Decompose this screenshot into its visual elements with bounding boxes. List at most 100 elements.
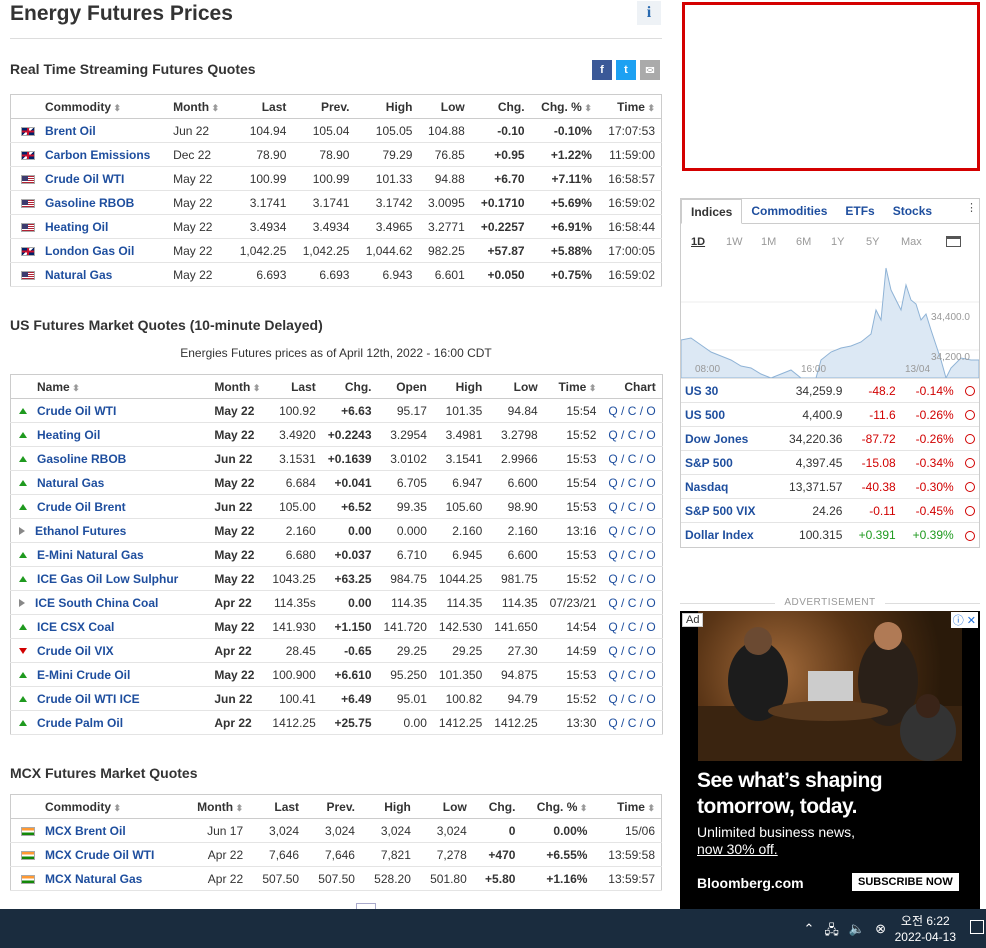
facebook-icon[interactable]: f bbox=[592, 60, 612, 80]
range-max[interactable]: Max bbox=[901, 236, 936, 248]
notification-icon[interactable] bbox=[970, 920, 984, 934]
column-header[interactable]: Chg. bbox=[321, 374, 378, 399]
chart-links[interactable]: Q / C / O bbox=[608, 428, 655, 442]
tab-indices[interactable]: Indices bbox=[681, 199, 743, 224]
subscribe-button[interactable]: SUBSCRIBE NOW bbox=[852, 873, 959, 891]
commodity-link[interactable]: Heating Oil bbox=[45, 220, 108, 234]
commodity-link[interactable]: Natural Gas bbox=[37, 476, 104, 490]
column-header[interactable]: Time ⬍ bbox=[597, 94, 662, 119]
index-row[interactable]: Dollar Index 100.315 +0.391 +0.39% bbox=[681, 522, 979, 547]
commodity-link[interactable]: Heating Oil bbox=[37, 428, 100, 442]
column-header[interactable]: Prev. bbox=[292, 94, 356, 119]
column-header[interactable]: Last bbox=[249, 794, 306, 819]
chart-links[interactable]: Q / C / O bbox=[608, 644, 655, 658]
commodity-link[interactable]: ICE Gas Oil Low Sulphur bbox=[37, 572, 178, 586]
column-header[interactable]: Prev. bbox=[305, 794, 361, 819]
commodity-link[interactable]: Gasoline RBOB bbox=[37, 452, 126, 466]
index-row[interactable]: S&P 500 4,397.45 -15.08 -0.34% bbox=[681, 450, 979, 475]
twitter-icon[interactable]: t bbox=[616, 60, 636, 80]
range-6m[interactable]: 6M bbox=[796, 236, 831, 248]
column-header[interactable]: Chg. bbox=[470, 94, 531, 119]
commodity-link[interactable]: Crude Oil WTI ICE bbox=[37, 692, 140, 706]
index-row[interactable]: Dow Jones 34,220.36 -87.72 -0.26% bbox=[681, 426, 979, 451]
commodity-link[interactable]: Crude Palm Oil bbox=[37, 716, 123, 730]
tab-etfs[interactable]: ETFs bbox=[836, 199, 883, 223]
column-header[interactable]: Chg. % ⬍ bbox=[521, 794, 594, 819]
email-icon[interactable]: ✉ bbox=[640, 60, 660, 80]
chart-links[interactable]: Q / C / O bbox=[608, 476, 655, 490]
chart-links[interactable]: Q / C / O bbox=[608, 524, 655, 538]
index-name[interactable]: S&P 500 VIX bbox=[681, 498, 774, 523]
commodity-link[interactable]: Crude Oil WTI bbox=[37, 404, 116, 418]
info-icon[interactable]: i bbox=[637, 1, 661, 25]
more-icon[interactable]: ⋮ bbox=[966, 201, 977, 214]
chart-links[interactable]: Q / C / O bbox=[608, 500, 655, 514]
chevron-up-icon[interactable]: ⌃ bbox=[804, 921, 815, 943]
index-row[interactable]: US 500 4,400.9 -11.6 -0.26% bbox=[681, 402, 979, 427]
commodity-link[interactable]: Ethanol Futures bbox=[35, 524, 126, 538]
range-1d[interactable]: 1D bbox=[691, 236, 726, 248]
index-name[interactable]: S&P 500 bbox=[681, 450, 774, 475]
tab-commodities[interactable]: Commodities bbox=[742, 199, 836, 223]
column-header[interactable]: Time ⬍ bbox=[543, 374, 603, 399]
column-header[interactable]: Open bbox=[377, 374, 433, 399]
column-header[interactable]: High bbox=[432, 374, 489, 399]
chart-links[interactable]: Q / C / O bbox=[608, 404, 655, 418]
index-row[interactable]: US 30 34,259.9 -48.2 -0.14% bbox=[681, 378, 979, 403]
column-header[interactable]: High bbox=[355, 94, 419, 119]
commodity-link[interactable]: Gasoline RBOB bbox=[45, 196, 134, 210]
volume-icon[interactable]: 🔈 bbox=[849, 921, 865, 943]
bloomberg-ad[interactable]: Ad ⓘ ✕ See what’s shaping tomorrow, toda… bbox=[680, 611, 980, 909]
index-name[interactable]: US 30 bbox=[681, 378, 774, 403]
range-1m[interactable]: 1M bbox=[761, 236, 796, 248]
tab-stocks[interactable]: Stocks bbox=[884, 199, 941, 223]
column-header[interactable]: Chart bbox=[602, 374, 663, 399]
index-name[interactable]: Dow Jones bbox=[681, 426, 774, 451]
commodity-link[interactable]: ICE South China Coal bbox=[35, 596, 158, 610]
commodity-link[interactable]: Crude Oil VIX bbox=[37, 644, 114, 658]
column-header[interactable]: High bbox=[360, 794, 417, 819]
commodity-link[interactable]: Crude Oil Brent bbox=[37, 500, 126, 514]
commodity-link[interactable]: MCX Brent Oil bbox=[45, 824, 126, 838]
column-header[interactable]: Chg. % ⬍ bbox=[530, 94, 598, 119]
range-5y[interactable]: 5Y bbox=[866, 236, 901, 248]
commodity-link[interactable]: Natural Gas bbox=[45, 268, 112, 282]
column-header[interactable]: Low bbox=[418, 94, 471, 119]
network-icon[interactable]: 🖧 bbox=[824, 921, 839, 943]
chart-links[interactable]: Q / C / O bbox=[608, 572, 655, 586]
commodity-link[interactable]: ICE CSX Coal bbox=[37, 620, 114, 634]
column-header[interactable]: Month ⬍ bbox=[184, 374, 267, 399]
index-name[interactable]: Nasdaq bbox=[681, 474, 774, 499]
column-header[interactable]: Name ⬍ bbox=[10, 374, 185, 399]
ad-info-icon[interactable]: ⓘ ✕ bbox=[950, 612, 978, 628]
index-row[interactable]: S&P 500 VIX 24.26 -0.11 -0.45% bbox=[681, 498, 979, 523]
column-header[interactable]: Chg. bbox=[472, 794, 522, 819]
chart-links[interactable]: Q / C / O bbox=[608, 692, 655, 706]
column-header[interactable]: Low bbox=[416, 794, 473, 819]
column-header[interactable]: Last bbox=[266, 374, 322, 399]
commodity-link[interactable]: Brent Oil bbox=[45, 124, 96, 138]
ad-offer-link[interactable]: now 30% off. bbox=[697, 841, 778, 857]
commodity-link[interactable]: MCX Crude Oil WTI bbox=[45, 848, 154, 862]
index-name[interactable]: US 500 bbox=[681, 402, 774, 427]
commodity-link[interactable]: London Gas Oil bbox=[45, 244, 134, 258]
column-header[interactable]: Last bbox=[229, 94, 293, 119]
commodity-link[interactable]: E-Mini Crude Oil bbox=[37, 668, 130, 682]
column-header[interactable]: Time ⬍ bbox=[593, 794, 662, 819]
chart-links[interactable]: Q / C / O bbox=[608, 452, 655, 466]
column-header[interactable]: Low bbox=[488, 374, 544, 399]
commodity-link[interactable]: E-Mini Natural Gas bbox=[37, 548, 144, 562]
chart-links[interactable]: Q / C / O bbox=[608, 620, 655, 634]
column-header[interactable]: Month ⬍ bbox=[182, 794, 250, 819]
commodity-link[interactable]: Crude Oil WTI bbox=[45, 172, 124, 186]
range-1y[interactable]: 1Y bbox=[831, 236, 866, 248]
column-header[interactable]: Commodity ⬍ bbox=[10, 794, 183, 819]
system-clock[interactable]: 오전 6:22 2022-04-13 bbox=[895, 913, 956, 945]
commodity-link[interactable]: Carbon Emissions bbox=[45, 148, 150, 162]
index-row[interactable]: Nasdaq 13,371.57 -40.38 -0.30% bbox=[681, 474, 979, 499]
index-name[interactable]: Dollar Index bbox=[681, 522, 774, 547]
chart-links[interactable]: Q / C / O bbox=[608, 548, 655, 562]
chart-links[interactable]: Q / C / O bbox=[608, 596, 655, 610]
close-circle-icon[interactable]: ⊗ bbox=[875, 921, 886, 943]
column-header[interactable]: Month ⬍ bbox=[167, 94, 230, 119]
